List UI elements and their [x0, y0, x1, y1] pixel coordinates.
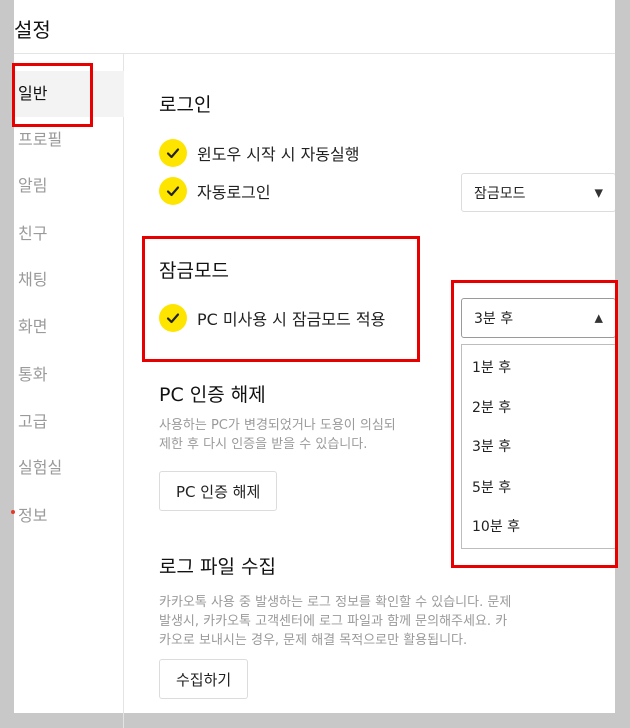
sidebar-item-notifications[interactable]: 알림: [14, 163, 124, 209]
option-10min[interactable]: 10분 후: [472, 516, 520, 536]
idle-lock-time-select[interactable]: 3분 후 ▲: [461, 298, 615, 338]
idle-lock-select-value: 3분 후: [474, 311, 514, 327]
option-2min[interactable]: 2분 후: [472, 397, 511, 417]
sidebar-item-info[interactable]: 정보: [14, 493, 124, 539]
section-title-login: 로그인: [159, 94, 212, 116]
checkmark-icon[interactable]: [159, 139, 187, 167]
section-title-pc-auth: PC 인증 해제: [159, 384, 266, 406]
startup-label: 윈도우 시작 시 자동실행: [197, 145, 360, 164]
option-1min[interactable]: 1분 후: [472, 357, 511, 377]
caret-up-icon: ▲: [594, 311, 603, 325]
sidebar-item-call[interactable]: 통화: [14, 352, 124, 398]
log-description-line1: 카카오톡 사용 중 발생하는 로그 정보를 확인할 수 있습니다. 문제: [159, 595, 512, 610]
option-3min[interactable]: 3분 후: [472, 436, 511, 456]
checkmark-icon[interactable]: [159, 177, 187, 205]
sidebar: 일반 프로필 알림 친구 채팅 화면 통화 고급 실험실 정보: [11, 54, 124, 728]
section-title-log: 로그 파일 수집: [159, 556, 276, 578]
sidebar-item-labs[interactable]: 실험실: [14, 445, 124, 491]
caret-down-icon: ▼: [594, 186, 603, 199]
sidebar-item-profile[interactable]: 프로필: [14, 117, 124, 163]
sidebar-item-friends[interactable]: 친구: [14, 211, 124, 257]
pc-auth-description-line1: 사용하는 PC가 변경되었거나 도용이 의심되: [159, 418, 396, 433]
autologin-select-value: 잠금모드: [474, 185, 526, 202]
option-5min[interactable]: 5분 후: [472, 477, 511, 497]
settings-content: 로그인 윈도우 시작 시 자동실행 자동로그인 잠금모드 ▼ 잠금모드 PC 미…: [159, 54, 615, 713]
window-title: 설정: [14, 18, 51, 42]
pc-auth-release-button[interactable]: PC 인증 해제: [159, 471, 278, 511]
idle-lock-label: PC 미사용 시 잠금모드 적용: [197, 310, 386, 329]
titlebar: 설정: [14, 0, 615, 54]
collect-logs-button[interactable]: 수집하기: [159, 659, 249, 699]
log-description-line3: 카오로 보내시는 경우, 문제 해결 목적으로만 활용됩니다.: [159, 633, 468, 648]
pc-auth-description-line2: 제한 후 다시 인증을 받을 수 있습니다.: [159, 437, 368, 452]
sidebar-item-display[interactable]: 화면: [14, 304, 124, 350]
startup-option[interactable]: 윈도우 시작 시 자동실행: [159, 138, 359, 168]
sidebar-item-advanced[interactable]: 고급: [14, 399, 124, 445]
idle-lock-option[interactable]: PC 미사용 시 잠금모드 적용: [159, 303, 385, 333]
sidebar-item-chat[interactable]: 채팅: [14, 257, 124, 303]
autologin-mode-select[interactable]: 잠금모드 ▼: [461, 173, 615, 212]
settings-window: 설정 일반 프로필 알림 친구 채팅 화면 통화 고급 실험실 정보 로그인 윈…: [11, 0, 615, 728]
autologin-label: 자동로그인: [197, 183, 271, 202]
log-description-line2: 발생시, 카카오톡 고객센터에 로그 파일과 함께 문의해주세요. 카: [159, 614, 508, 629]
sidebar-item-general[interactable]: 일반: [14, 71, 124, 117]
section-title-lockmode: 잠금모드: [159, 260, 229, 282]
autologin-option[interactable]: 자동로그인: [159, 176, 271, 206]
idle-lock-time-dropdown: 1분 후 2분 후 3분 후 5분 후 10분 후: [461, 344, 615, 549]
checkmark-icon[interactable]: [159, 304, 187, 332]
